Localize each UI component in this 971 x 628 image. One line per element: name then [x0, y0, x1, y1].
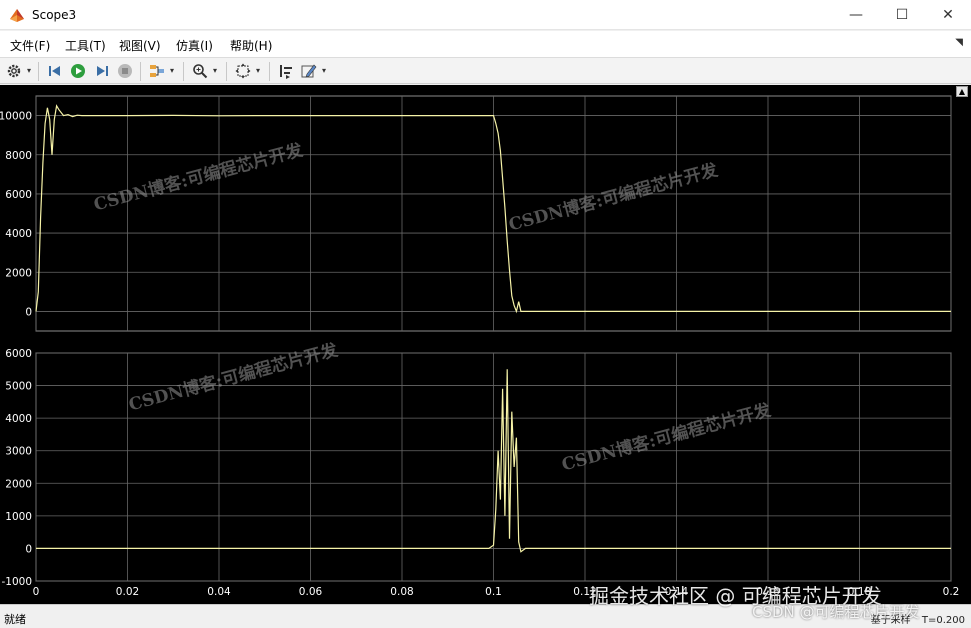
y-tick-label: 4000: [5, 228, 32, 240]
y-tick-label: 1000: [5, 511, 32, 523]
signal-highlight-icon[interactable]: [148, 62, 166, 80]
cursor-measure-icon[interactable]: [277, 62, 295, 80]
maximize-button[interactable]: ☐: [879, 0, 925, 30]
maximize-icon: ☐: [895, 7, 909, 23]
menu-pin-icon[interactable]: ◥: [955, 37, 963, 48]
run-icon[interactable]: [69, 62, 87, 80]
y-tick-label: 6000: [5, 189, 32, 201]
menu-file[interactable]: 文件(F): [10, 37, 50, 54]
x-tick-label: 0.08: [390, 586, 413, 598]
y-tick-label: 4000: [5, 413, 32, 425]
step-back-icon[interactable]: [46, 62, 64, 80]
menu-bar: 文件(F) 工具(T) 视图(V) 仿真(I) 帮助(H) ◥: [0, 31, 971, 57]
status-text: 就绪: [4, 613, 26, 626]
close-button[interactable]: ✕: [925, 0, 971, 30]
y-tick-label: 5000: [5, 381, 32, 393]
site-watermark: CSDN @可编程芯片开发: [752, 603, 920, 621]
y-tick-label: 2000: [5, 267, 32, 279]
minimize-icon: —: [849, 7, 863, 23]
y-tick-label: 10000: [0, 111, 32, 123]
step-forward-icon[interactable]: [93, 62, 111, 80]
toolbar-separator: [226, 62, 227, 81]
minimize-button[interactable]: —: [833, 0, 879, 30]
y-tick-label: 8000: [5, 150, 32, 162]
menu-view[interactable]: 视图(V): [119, 37, 161, 54]
style-pen-icon[interactable]: [300, 62, 318, 80]
window-title: Scope3: [32, 8, 77, 22]
x-tick-label: 0.02: [116, 586, 139, 598]
x-tick-label: 0.1: [485, 586, 502, 598]
zoom-dropdown-icon[interactable]: ▾: [213, 66, 220, 76]
toolbar-separator: [140, 62, 141, 81]
scope-plot-area: 0 2000 4000 6000 8000 10000 -1000 0 1000 2000 3000…: [0, 85, 971, 604]
stop-icon: [116, 62, 134, 80]
signal-dropdown-icon[interactable]: ▾: [170, 66, 177, 76]
x-tick-label: 0.04: [207, 586, 231, 598]
undock-icon[interactable]: ▲: [956, 86, 968, 97]
scope-plots: 0200040006000800010000-10000100020003000…: [0, 95, 960, 598]
y-tick-label: 3000: [5, 446, 32, 458]
x-tick-label: 0.06: [299, 586, 323, 598]
toolbar-separator: [269, 62, 270, 81]
y-tick-label: 6000: [5, 348, 32, 360]
menu-help[interactable]: 帮助(H): [230, 37, 272, 54]
y-tick-label: 0: [25, 306, 32, 318]
title-bar: Scope3 — ☐ ✕: [0, 0, 971, 30]
x-tick-label: 0: [33, 586, 40, 598]
toolbar-separator: [38, 62, 39, 81]
matlab-scope-icon: [10, 9, 24, 22]
menu-tools[interactable]: 工具(T): [65, 37, 106, 54]
gear-icon[interactable]: [5, 62, 23, 80]
gear-dropdown-icon[interactable]: ▾: [27, 66, 34, 76]
style-dropdown-icon[interactable]: ▾: [322, 66, 329, 76]
menu-simulation[interactable]: 仿真(I): [176, 37, 213, 54]
y-tick-label: 0: [25, 543, 32, 555]
zoom-icon[interactable]: [191, 62, 209, 80]
toolbar: ▾ ▾ ▾ ▾ ▾: [0, 57, 971, 84]
y-tick-label: -1000: [1, 576, 32, 588]
toolbar-separator: [183, 62, 184, 81]
close-icon: ✕: [942, 7, 954, 23]
sim-time-label: T=0.200: [921, 615, 965, 626]
y-tick-label: 2000: [5, 478, 32, 490]
x-tick-label: 0.2: [943, 586, 960, 598]
fit-to-view-icon[interactable]: [234, 62, 252, 80]
fit-dropdown-icon[interactable]: ▾: [256, 66, 263, 76]
